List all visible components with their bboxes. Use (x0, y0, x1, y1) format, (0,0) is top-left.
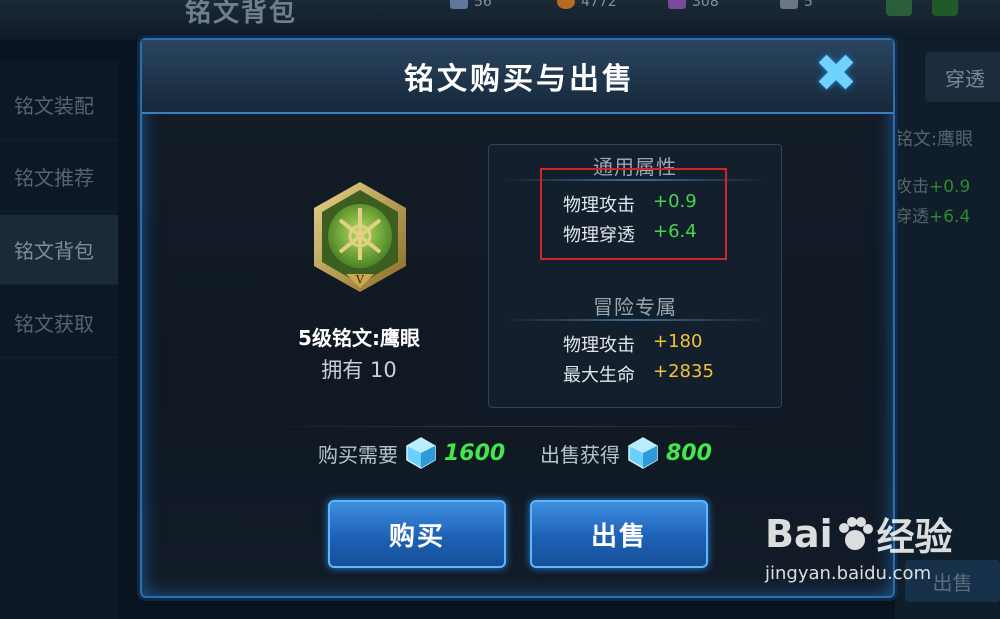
resource-gem: 308 (668, 0, 719, 10)
sell-gain: 出售获得 800 (540, 436, 712, 470)
rune-detail-title: 铭文:鹰眼 (895, 129, 974, 150)
buy-cost-label: 购买需要 (318, 442, 398, 467)
watermark-url: jingyan.baidu.com (765, 563, 932, 584)
sidebar-item-label: 铭文推荐 (14, 166, 94, 190)
diamond-icon (406, 437, 436, 469)
rune-detail-stat: 穿透+6.4 (895, 202, 970, 227)
buy-button[interactable]: 购买 (328, 500, 506, 568)
sidebar-item-backpack[interactable]: 铭文背包 (0, 215, 118, 285)
coin-icon (557, 0, 575, 9)
tab-penetration[interactable]: 穿透 (925, 52, 1000, 102)
signal-icon (932, 0, 958, 16)
rune-level-letter: V (355, 273, 365, 286)
attribute-label: 物理攻击 (563, 335, 635, 356)
price-divider (242, 426, 797, 427)
box-icon (780, 0, 798, 9)
resource-box: 5 (780, 0, 813, 10)
sidebar-item-obtain[interactable]: 铭文获取 (0, 288, 118, 358)
attribute-row: 物理攻击 +180 (563, 331, 702, 357)
resource-crystal: 56 (450, 0, 492, 10)
add-icon[interactable] (886, 0, 912, 16)
rune-name: 5级铭文:鹰眼 (298, 326, 420, 350)
attribute-value: +2835 (653, 361, 714, 382)
stat-value: +6.4 (929, 207, 971, 227)
sidebar-item-label: 铭文背包 (14, 239, 94, 263)
sidebar-item-recommend[interactable]: 铭文推荐 (0, 142, 118, 212)
resource-coin: 4772 (557, 0, 617, 10)
sidebar-item-label: 铭文获取 (14, 312, 94, 336)
attribute-label: 最大生命 (563, 365, 635, 386)
diamond-icon (628, 437, 658, 469)
sidebar-item-assemble[interactable]: 铭文装配 (0, 70, 118, 140)
stat-label: 攻击 (895, 177, 929, 197)
close-button[interactable]: ✖ (810, 48, 862, 100)
gem-icon (668, 0, 686, 9)
resource-value: 56 (474, 0, 492, 10)
sell-button[interactable]: 出售 (530, 500, 708, 568)
resource-value: 308 (692, 0, 719, 10)
eagle-eye-rune-icon: V (314, 182, 406, 292)
watermark: Bai 经验 jingyan.baidu.com (765, 506, 953, 585)
divider (503, 319, 767, 321)
attribute-row: 最大生命 +2835 (563, 361, 714, 387)
crystal-icon (450, 0, 468, 9)
dialog-title: 铭文购买与出售 (404, 62, 635, 97)
stat-value: +0.9 (929, 177, 971, 197)
sidebar-item-label: 铭文装配 (14, 94, 94, 118)
baidu-logo: Bai 经验 (765, 511, 953, 560)
highlight-box (540, 168, 727, 260)
resource-value: 5 (804, 0, 813, 10)
buy-cost-value: 1600 (444, 440, 506, 466)
rune-detail-stat: 攻击+0.9 (895, 172, 970, 197)
stat-label: 穿透 (895, 207, 929, 227)
close-icon: ✖ (814, 44, 858, 104)
page-title: 铭文背包 (185, 0, 298, 28)
sidebar: 铭文装配 铭文推荐 铭文背包 铭文获取 (0, 60, 118, 619)
attribute-value: +180 (653, 331, 703, 352)
sell-gain-value: 800 (666, 440, 712, 466)
rune-owned-count: 拥有 10 (321, 358, 397, 382)
dialog-header: 铭文购买与出售 ✖ (142, 40, 893, 114)
resource-value: 4772 (581, 0, 617, 10)
adventure-attributes-heading: 冒险专属 (593, 295, 677, 319)
sell-gain-label: 出售获得 (540, 442, 620, 467)
paw-icon (838, 516, 873, 550)
top-bar: 铭文背包 56 4772 308 5 (0, 0, 1000, 40)
buy-cost: 购买需要 1600 (318, 436, 505, 470)
